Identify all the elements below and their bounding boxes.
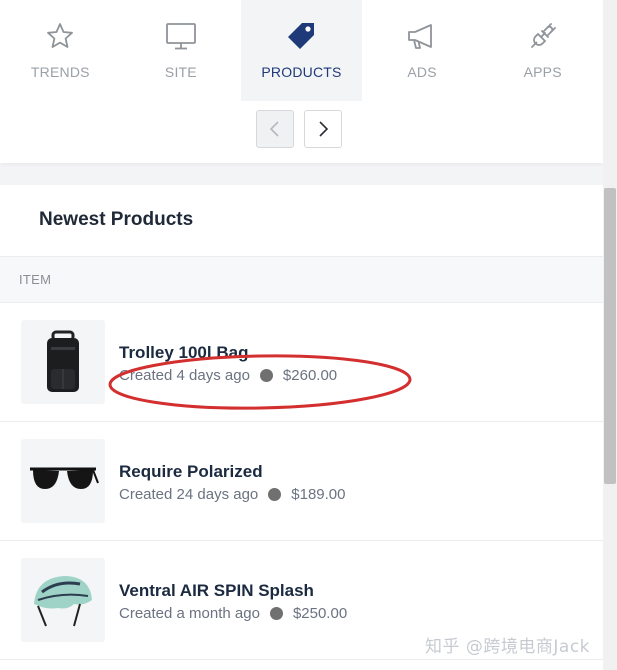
tab-label: PRODUCTS <box>261 64 342 80</box>
column-header-item: ITEM <box>19 272 52 287</box>
watermark-text: 知乎 @跨境电商Jack <box>425 637 591 657</box>
product-meta: Created 24 days ago $189.00 <box>119 486 346 503</box>
category-tabs-card: TRENDS SITE PRODUCTS ADS APPS <box>0 0 603 163</box>
separator-dot-icon <box>259 369 273 382</box>
tab-label: APPS <box>523 64 562 80</box>
megaphone-icon <box>406 20 438 52</box>
product-created: Created a month ago <box>119 605 260 622</box>
product-name[interactable]: Trolley 100l Bag <box>119 343 248 363</box>
star-icon <box>44 20 76 52</box>
pager-prev-button[interactable] <box>256 110 294 148</box>
tab-pager <box>256 110 342 148</box>
product-thumbnail[interactable] <box>21 558 105 642</box>
chevron-right-icon <box>319 121 329 137</box>
plug-icon <box>527 20 559 52</box>
product-price: $189.00 <box>291 486 346 503</box>
separator-dot-icon <box>268 488 282 501</box>
tab-label: SITE <box>164 64 197 80</box>
product-created: Created 24 days ago <box>119 486 259 503</box>
table-header: ITEM <box>0 256 603 303</box>
backpack-image <box>47 330 79 392</box>
product-row[interactable]: Trolley 100l Bag Created 4 days ago $260… <box>0 303 603 422</box>
tab-ads[interactable]: ADS <box>362 0 483 101</box>
tab-label: TRENDS <box>30 64 90 80</box>
product-price: $260.00 <box>282 367 338 384</box>
product-thumbnail[interactable] <box>21 320 105 404</box>
category-tabs: TRENDS SITE PRODUCTS ADS APPS <box>0 0 603 101</box>
section-title: Newest Products <box>39 209 194 230</box>
product-created: Created 4 days ago <box>119 367 250 384</box>
monitor-icon <box>165 20 197 52</box>
product-thumbnail[interactable] <box>21 439 105 523</box>
chevron-left-icon <box>269 121 279 137</box>
product-name[interactable]: Require Polarized <box>119 462 263 482</box>
bike-helmet-image <box>34 576 92 627</box>
product-name[interactable]: Ventral AIR SPIN Splash <box>119 581 314 601</box>
newest-products-card: Newest Products ITEM Trolley 100l Bag Cr… <box>0 185 603 670</box>
sunglasses-image <box>30 467 99 489</box>
separator-dot-icon <box>269 607 283 620</box>
scrollbar-thumb[interactable] <box>604 188 616 484</box>
pager-next-button[interactable] <box>304 110 342 148</box>
product-meta: Created a month ago $250.00 <box>119 605 347 622</box>
tab-trends[interactable]: TRENDS <box>0 0 121 101</box>
tab-products[interactable]: PRODUCTS <box>241 0 362 101</box>
tab-apps[interactable]: APPS <box>482 0 603 101</box>
product-price: $250.00 <box>292 605 348 622</box>
tag-icon <box>285 20 317 52</box>
tab-label: ADS <box>407 64 437 80</box>
tab-site[interactable]: SITE <box>121 0 242 101</box>
product-meta: Created 4 days ago $260.00 <box>119 367 337 384</box>
product-row[interactable]: Require Polarized Created 24 days ago $1… <box>0 422 603 541</box>
